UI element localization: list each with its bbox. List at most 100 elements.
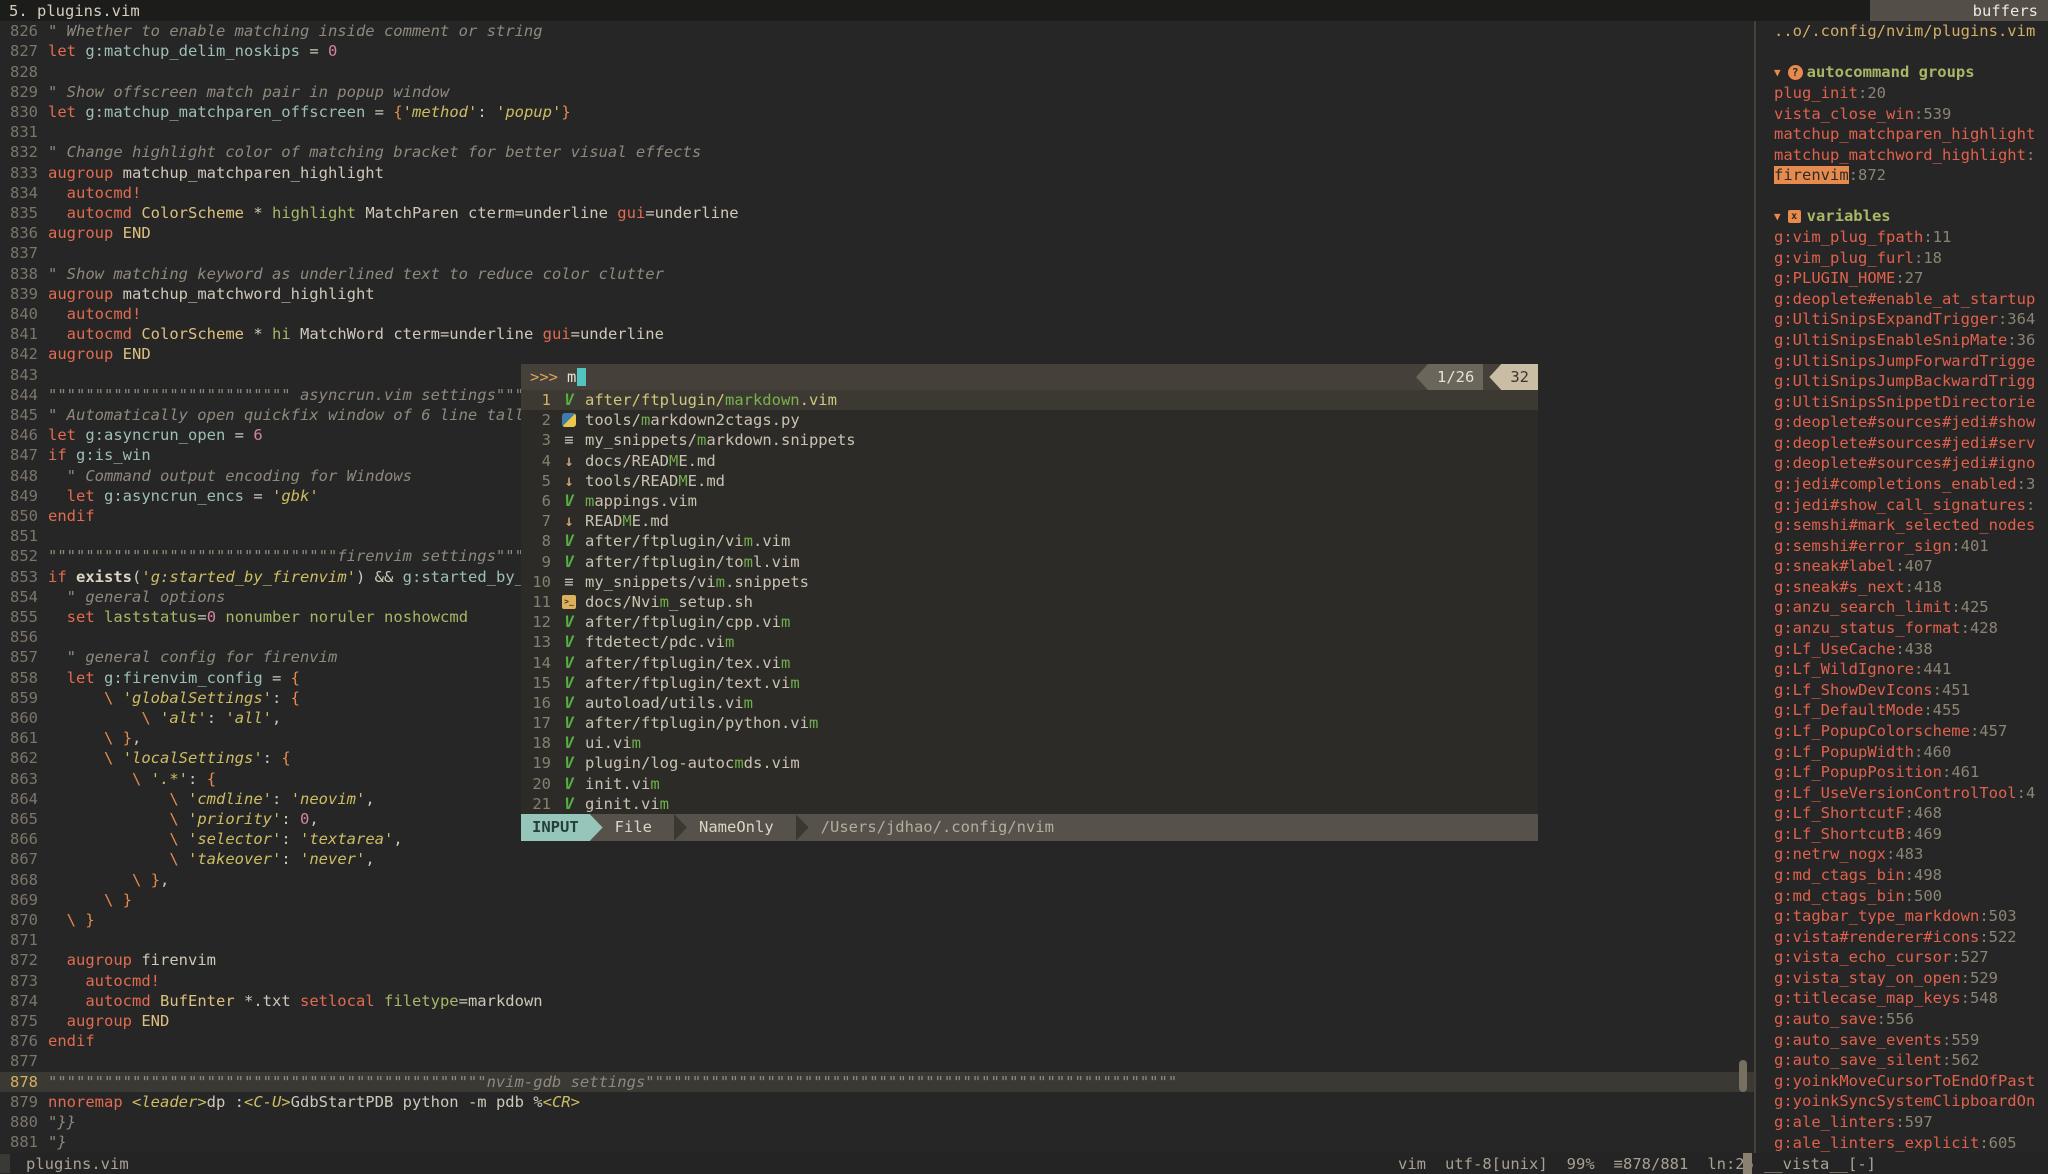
vista-tag-item[interactable]: g:sneak#s_next:418 (1756, 577, 2048, 598)
vista-tag-item[interactable]: g:ale_linters_explicit:605 (1756, 1132, 2048, 1153)
vista-tag-item[interactable]: g:Lf_UseCache:438 (1756, 638, 2048, 659)
tab-buffers[interactable]: buffers (1870, 0, 2048, 21)
vista-tag-item[interactable]: g:UltiSnipsEnableSnipMate:36 (1756, 330, 2048, 351)
vista-tag-item[interactable]: g:Lf_WildIgnore:441 (1756, 659, 2048, 680)
vista-tag-item[interactable]: g:anzu_status_format:428 (1756, 618, 2048, 639)
search-input[interactable]: m (567, 368, 576, 386)
editor-line[interactable]: 828 (0, 61, 1754, 81)
file-row[interactable]: 19Vplugin/log-autocmds.vim (521, 753, 1538, 773)
editor-line[interactable]: 868 \ }, (0, 870, 1754, 890)
file-row[interactable]: 20Vinit.vim (521, 774, 1538, 794)
file-row[interactable]: 21Vginit.vim (521, 794, 1538, 814)
editor-line[interactable]: 873 autocmd! (0, 971, 1754, 991)
file-row[interactable]: 1Vafter/ftplugin/markdown.vim (521, 390, 1538, 410)
file-row[interactable]: 13Vftdetect/pdc.vim (521, 632, 1538, 652)
vista-tag-item[interactable]: g:vista#renderer#icons:522 (1756, 926, 2048, 947)
editor-line[interactable]: 871 (0, 930, 1754, 950)
editor-line[interactable]: 838" Show matching keyword as underlined… (0, 263, 1754, 283)
vista-section-header[interactable]: ▼?autocommand groups (1756, 62, 2048, 83)
vista-tag-item[interactable]: g:Lf_DefaultMode:455 (1756, 700, 2048, 721)
file-row[interactable]: 4↓docs/README.md (521, 451, 1538, 471)
editor-line[interactable]: 841 autocmd ColorScheme * hi MatchWord c… (0, 324, 1754, 344)
vista-tag-item[interactable]: g:tagbar_type_markdown:503 (1756, 906, 2048, 927)
vista-tag-item[interactable]: g:deoplete#enable_at_startup (1756, 289, 2048, 310)
editor-line[interactable]: 869 \ } (0, 890, 1754, 910)
vista-tag-item[interactable]: g:semshi#error_sign:401 (1756, 535, 2048, 556)
vista-tag-item[interactable]: g:yoinkMoveCursorToEndOfPast (1756, 1070, 2048, 1091)
editor-line[interactable]: 879nnoremap <leader>dp :<C-U>GdbStartPDB… (0, 1092, 1754, 1112)
editor-line[interactable]: 867 \ 'takeover': 'never', (0, 849, 1754, 869)
file-row[interactable]: 3≡my_snippets/markdown.snippets (521, 430, 1538, 450)
file-row[interactable]: 8Vafter/ftplugin/vim.vim (521, 531, 1538, 551)
file-row[interactable]: 2tools/markdown2ctags.py (521, 410, 1538, 430)
editor-line[interactable]: 836augroup END (0, 223, 1754, 243)
editor-line[interactable]: 839augroup matchup_matchword_highlight (0, 284, 1754, 304)
vista-tag-item[interactable]: matchup_matchword_highlight: (1756, 144, 2048, 165)
editor-line[interactable]: 875 augroup END (0, 1011, 1754, 1031)
vista-tag-item[interactable]: g:auto_save_events:559 (1756, 1029, 2048, 1050)
vista-tag-item[interactable]: g:semshi#mark_selected_nodes (1756, 515, 2048, 536)
vista-tag-item[interactable]: g:Lf_PopupColorscheme:457 (1756, 721, 2048, 742)
file-row[interactable]: 18Vui.vim (521, 733, 1538, 753)
editor-line[interactable]: 834 autocmd! (0, 183, 1754, 203)
scrollbar-thumb[interactable] (1739, 1060, 1747, 1092)
vista-tag-item[interactable]: g:Lf_UseVersionControlTool:4 (1756, 782, 2048, 803)
chevron-down-icon[interactable]: ▼ (1774, 66, 1781, 79)
chevron-down-icon[interactable]: ▼ (1774, 210, 1781, 223)
editor-line[interactable]: 872 augroup firenvim (0, 950, 1754, 970)
file-row[interactable]: 11>_docs/Nvim_setup.sh (521, 592, 1538, 612)
file-row[interactable]: 12Vafter/ftplugin/cpp.vim (521, 612, 1538, 632)
vista-tag-item[interactable]: g:UltiSnipsJumpBackwardTrigg (1756, 371, 2048, 392)
vista-tag-item[interactable]: g:Lf_PopupWidth:460 (1756, 741, 2048, 762)
vista-tag-item[interactable]: g:UltiSnipsExpandTrigger:364 (1756, 309, 2048, 330)
vista-section-header[interactable]: ▼xvariables (1756, 206, 2048, 227)
vista-tag-item[interactable]: g:Lf_ShowDevIcons:451 (1756, 680, 2048, 701)
editor-line[interactable]: 878"""""""""""""""""""""""""""""""""""""… (0, 1072, 1754, 1092)
editor-line[interactable]: 832" Change highlight color of matching … (0, 142, 1754, 162)
vista-tag-item[interactable]: plug_init:20 (1756, 83, 2048, 104)
vista-tag-item[interactable]: g:titlecase_map_keys:548 (1756, 988, 2048, 1009)
vista-tag-item[interactable]: g:md_ctags_bin:500 (1756, 885, 2048, 906)
editor-line[interactable]: 829" Show offscreen match pair in popup … (0, 82, 1754, 102)
editor-line[interactable]: 833augroup matchup_matchparen_highlight (0, 162, 1754, 182)
editor-line[interactable]: 876endif (0, 1031, 1754, 1051)
vista-tag-item[interactable]: g:auto_save_silent:562 (1756, 1050, 2048, 1071)
file-row[interactable]: 9Vafter/ftplugin/toml.vim (521, 552, 1538, 572)
vista-tag-item[interactable]: g:UltiSnipsSnippetDirectorie (1756, 391, 2048, 412)
editor-line[interactable]: 842augroup END (0, 344, 1754, 364)
vista-tag-item[interactable]: g:deoplete#sources#jedi#igno (1756, 453, 2048, 474)
vista-tag-item[interactable]: g:sneak#label:407 (1756, 556, 2048, 577)
vista-tag-item[interactable]: firenvim:872 (1756, 165, 2048, 186)
file-row[interactable]: 7↓README.md (521, 511, 1538, 531)
editor-line[interactable]: 830let g:matchup_matchparen_offscreen = … (0, 102, 1754, 122)
file-row[interactable]: 14Vafter/ftplugin/tex.vim (521, 652, 1538, 672)
file-row[interactable]: 6Vmappings.vim (521, 491, 1538, 511)
vista-tag-item[interactable]: g:anzu_search_limit:425 (1756, 597, 2048, 618)
vista-tag-item[interactable]: vista_close_win:539 (1756, 103, 2048, 124)
vista-tag-item[interactable]: g:Lf_ShortcutF:468 (1756, 803, 2048, 824)
vista-tag-item[interactable]: g:PLUGIN_HOME:27 (1756, 268, 2048, 289)
file-row[interactable]: 5↓tools/README.md (521, 471, 1538, 491)
editor-line[interactable]: 835 autocmd ColorScheme * highlight Matc… (0, 203, 1754, 223)
editor-line[interactable]: 831 (0, 122, 1754, 142)
vista-tag-item[interactable]: g:vim_plug_fpath:11 (1756, 227, 2048, 248)
vista-tag-item[interactable]: g:jedi#show_call_signatures: (1756, 494, 2048, 515)
vista-tag-item[interactable]: g:vista_echo_cursor:527 (1756, 947, 2048, 968)
file-row[interactable]: 16Vautoload/utils.vim (521, 693, 1538, 713)
editor-line[interactable]: 880"}} (0, 1112, 1754, 1132)
editor-line[interactable]: 826" Whether to enable matching inside c… (0, 21, 1754, 41)
editor-line[interactable]: 827let g:matchup_delim_noskips = 0 (0, 41, 1754, 61)
tab-plugins-vim[interactable]: 5. plugins.vim (0, 2, 140, 20)
vista-tag-item[interactable]: g:ale_linters:597 (1756, 1112, 2048, 1133)
vista-tag-item[interactable]: g:deoplete#sources#jedi#serv (1756, 433, 2048, 454)
vista-tag-item[interactable]: g:yoinkSyncSystemClipboardOn (1756, 1091, 2048, 1112)
vista-tag-item[interactable]: g:Lf_ShortcutB:469 (1756, 824, 2048, 845)
editor-line[interactable]: 881"} (0, 1132, 1754, 1152)
editor-line[interactable]: 840 autocmd! (0, 304, 1754, 324)
vista-tag-item[interactable]: g:md_ctags_bin:498 (1756, 865, 2048, 886)
vista-tag-item[interactable]: g:vista_stay_on_open:529 (1756, 968, 2048, 989)
vista-tag-item[interactable]: matchup_matchparen_highlight (1756, 124, 2048, 145)
file-row[interactable]: 10≡my_snippets/vim.snippets (521, 572, 1538, 592)
file-row[interactable]: 15Vafter/ftplugin/text.vim (521, 673, 1538, 693)
vista-tag-item[interactable]: g:auto_save:556 (1756, 1009, 2048, 1030)
